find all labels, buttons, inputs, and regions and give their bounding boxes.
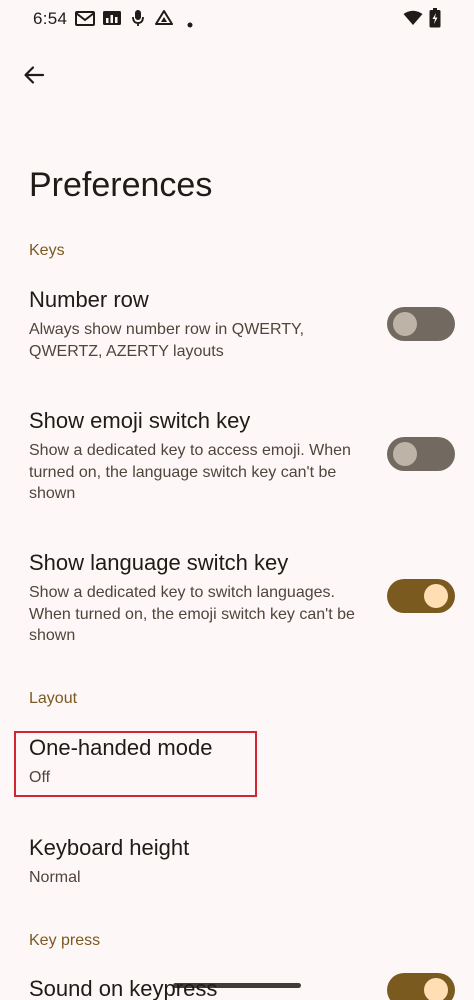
section-header-layout: Layout	[29, 690, 78, 707]
section-header-keys: Keys	[29, 242, 65, 259]
status-time: 6:54	[33, 9, 68, 28]
pref-emoji-switch-key-title: Show emoji switch key	[29, 408, 251, 433]
pref-language-switch-key-title: Show language switch key	[29, 550, 289, 575]
pref-emoji-switch-key-summary: Show a dedicated key to access emoji. Wh…	[29, 442, 351, 502]
pref-number-row-title: Number row	[29, 287, 149, 312]
language-switch-key-toggle[interactable]	[387, 579, 455, 613]
pref-language-switch-key[interactable]: Show language switch key Show a dedicate…	[0, 542, 474, 662]
emoji-switch-key-toggle[interactable]	[387, 437, 455, 471]
back-button[interactable]	[14, 55, 54, 95]
toggle-thumb	[393, 312, 417, 336]
gesture-nav-bar[interactable]	[173, 983, 301, 988]
battery-charging-icon	[429, 8, 441, 33]
section-header-key-press: Key press	[29, 932, 101, 949]
pref-number-row-summary: Always show number row in QWERTY, QWERTZ…	[29, 321, 305, 360]
pref-keyboard-height-title: Keyboard height	[29, 835, 190, 860]
toggle-thumb	[393, 442, 417, 466]
status-bar: 6:54	[0, 0, 474, 38]
gmail-icon	[75, 9, 95, 32]
arrow-back-icon	[24, 66, 45, 84]
pref-sound-on-keypress-title: Sound on keypress	[29, 976, 218, 1000]
toggle-thumb	[424, 584, 448, 608]
pref-language-switch-key-summary: Show a dedicated key to switch languages…	[29, 584, 355, 644]
highlight-box	[14, 731, 257, 797]
drive-icon	[155, 9, 173, 32]
pref-number-row[interactable]: Number row Always show number row in QWE…	[0, 280, 474, 380]
wifi-icon	[403, 10, 423, 31]
microphone-icon	[131, 9, 145, 32]
toggle-thumb	[424, 978, 448, 1000]
notification-dot-icon	[187, 15, 193, 33]
sound-on-keypress-toggle[interactable]	[387, 973, 455, 1000]
image-notification-icon	[102, 9, 122, 32]
pref-keyboard-height[interactable]: Keyboard height Normal	[0, 826, 474, 902]
page-title: Preferences	[29, 166, 213, 204]
pref-keyboard-height-summary: Normal	[29, 869, 81, 886]
pref-emoji-switch-key[interactable]: Show emoji switch key Show a dedicated k…	[0, 400, 474, 520]
number-row-toggle[interactable]	[387, 307, 455, 341]
